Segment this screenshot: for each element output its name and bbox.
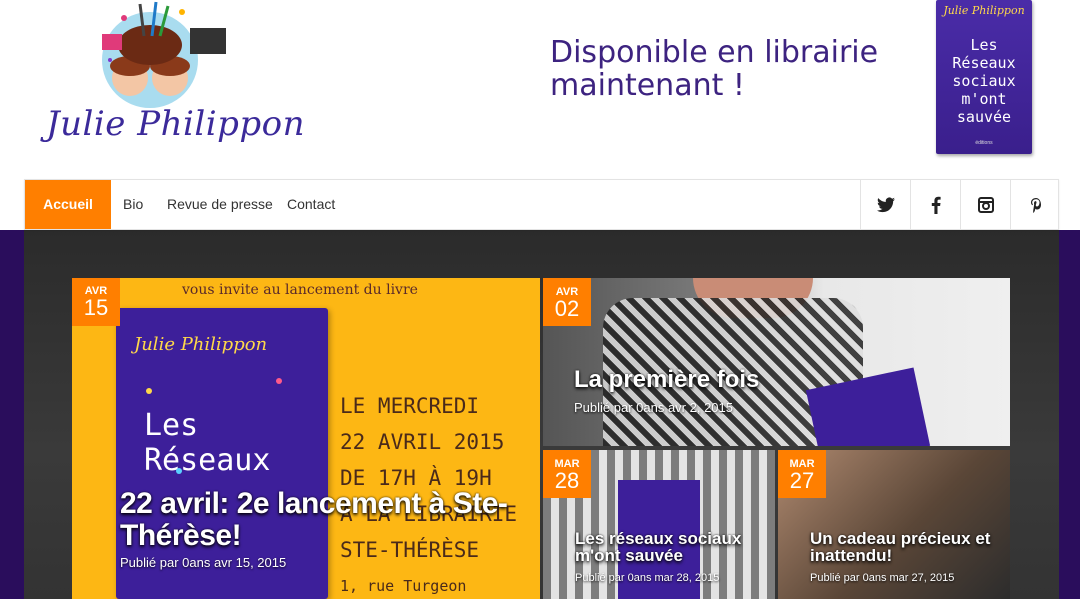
poster-book-title: Les Réseaux [144, 408, 271, 478]
nav-item-bio[interactable]: Bio [123, 180, 143, 229]
book-cover-image[interactable]: Julie Philippon Les Réseaux sociaux m'on… [936, 0, 1032, 154]
date-badge: AVR 02 [543, 278, 591, 326]
book-cover-publisher: éditions [975, 140, 993, 146]
poster-line: 1, rue Turgeon [340, 577, 467, 595]
post-meta: Publié par 0ans mar 27, 2015 [810, 572, 955, 584]
date-day: 27 [789, 468, 815, 493]
instagram-button[interactable] [960, 180, 1010, 229]
post-card-4[interactable]: MAR 27 Un cadeau précieux et inattendu! … [778, 450, 1010, 599]
post-meta: Publié par 0ans avr 15, 2015 [120, 555, 287, 570]
logo-illustration [102, 1, 226, 108]
pinterest-icon [1030, 197, 1041, 213]
post-meta: Publié par 0ans avr 2, 2015 [574, 400, 733, 415]
facebook-button[interactable] [910, 180, 960, 229]
poster-book-author: Julie Philippon [134, 334, 268, 355]
date-day: 15 [83, 295, 109, 320]
date-day: 28 [554, 468, 580, 493]
date-badge: MAR 28 [543, 450, 591, 498]
date-badge: AVR 15 [72, 278, 120, 326]
post-title[interactable]: Les réseaux sociaux m'ont sauvée [575, 530, 773, 564]
post-card-2[interactable]: AVR 02 La première fois Publié par 0ans … [543, 278, 1010, 446]
site-header: Julie Philippon Disponible en librairie … [0, 0, 1080, 178]
main-nav: Accueil Bio Revue de presse Contact [24, 179, 1059, 230]
twitter-icon [876, 196, 895, 212]
poster-invite-text: vous invite au lancement du livre [182, 282, 418, 298]
nav-item-contact[interactable]: Contact [287, 180, 335, 229]
poster-line: 22 AVRIL 2015 [340, 430, 505, 454]
post-title[interactable]: 22 avril: 2e lancement à Ste-Thérèse! [120, 488, 535, 552]
logo-text[interactable]: Julie Philippon [46, 104, 305, 144]
post-title[interactable]: La première fois [574, 366, 759, 394]
book-cover-title: Les Réseaux sociaux m'ont sauvée [952, 36, 1016, 126]
nav-item-revue-de-presse[interactable]: Revue de presse [167, 180, 273, 229]
poster-line: LE MERCREDI [340, 394, 480, 418]
post-card-1[interactable]: vous invite au lancement du livre Julie … [72, 278, 540, 599]
nav-item-accueil[interactable]: Accueil [25, 180, 111, 229]
pinterest-button[interactable] [1010, 180, 1060, 229]
post-card-3[interactable]: MAR 28 Les réseaux sociaux m'ont sauvée … [543, 450, 775, 599]
twitter-button[interactable] [860, 180, 910, 229]
tagline: Disponible en librairie maintenant ! [550, 35, 879, 103]
date-day: 02 [554, 296, 580, 321]
book-cover-author: Julie Philippon [943, 4, 1025, 17]
date-badge: MAR 27 [778, 450, 826, 498]
post-title[interactable]: Un cadeau précieux et inattendu! [810, 530, 1008, 564]
facebook-icon [931, 196, 941, 214]
instagram-icon [977, 196, 994, 213]
post-meta: Publié par 0ans mar 28, 2015 [575, 572, 720, 584]
